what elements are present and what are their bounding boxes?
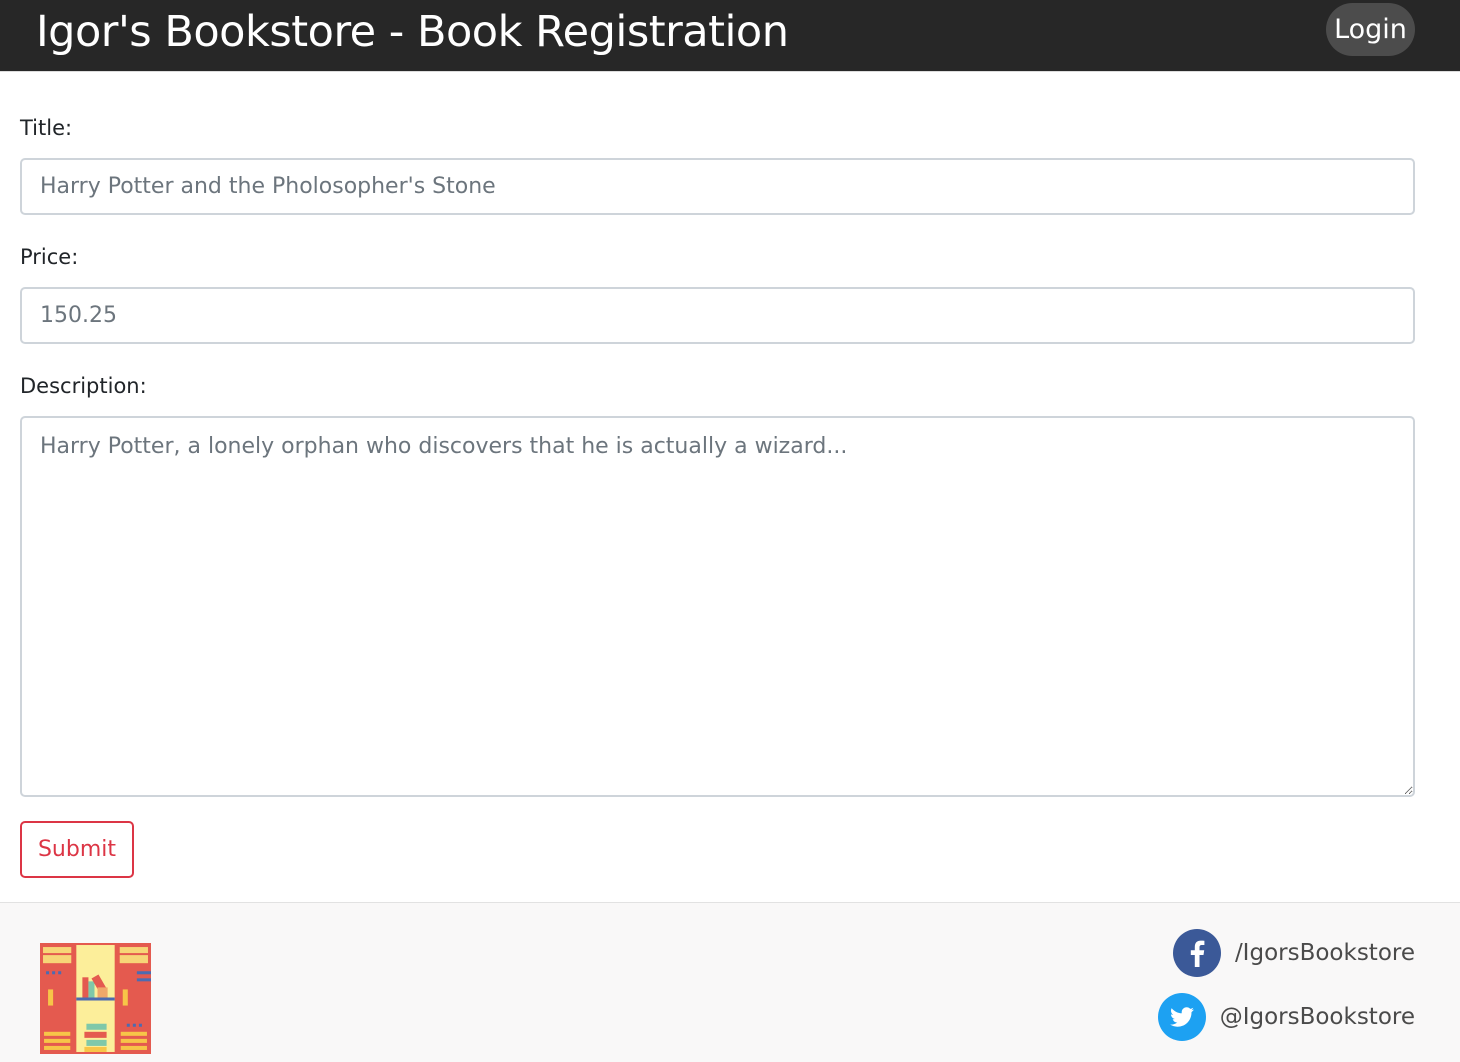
bookshelf-icon (40, 943, 151, 1054)
twitter-handle: @IgorsBookstore (1219, 1004, 1415, 1030)
facebook-handle: /IgorsBookstore (1234, 940, 1415, 966)
price-label: Price: (20, 245, 79, 269)
description-label: Description: (20, 374, 147, 398)
twitter-icon (1157, 993, 1206, 1041)
description-textarea[interactable] (20, 416, 1415, 797)
twitter-link[interactable]: @IgorsBookstore (1157, 993, 1415, 1041)
price-input[interactable] (20, 287, 1415, 344)
navbar: Igor's Bookstore - Book Registration Log… (0, 0, 1460, 72)
title-label: Title: (20, 116, 73, 140)
footer: /IgorsBookstore @IgorsBookstore (0, 902, 1460, 1062)
submit-button[interactable]: Submit (20, 821, 134, 878)
title-input[interactable] (20, 158, 1415, 215)
page-title: Igor's Bookstore - Book Registration (36, 7, 789, 57)
login-button[interactable]: Login (1326, 3, 1415, 56)
facebook-icon (1172, 929, 1221, 977)
facebook-link[interactable]: /IgorsBookstore (1172, 929, 1415, 977)
